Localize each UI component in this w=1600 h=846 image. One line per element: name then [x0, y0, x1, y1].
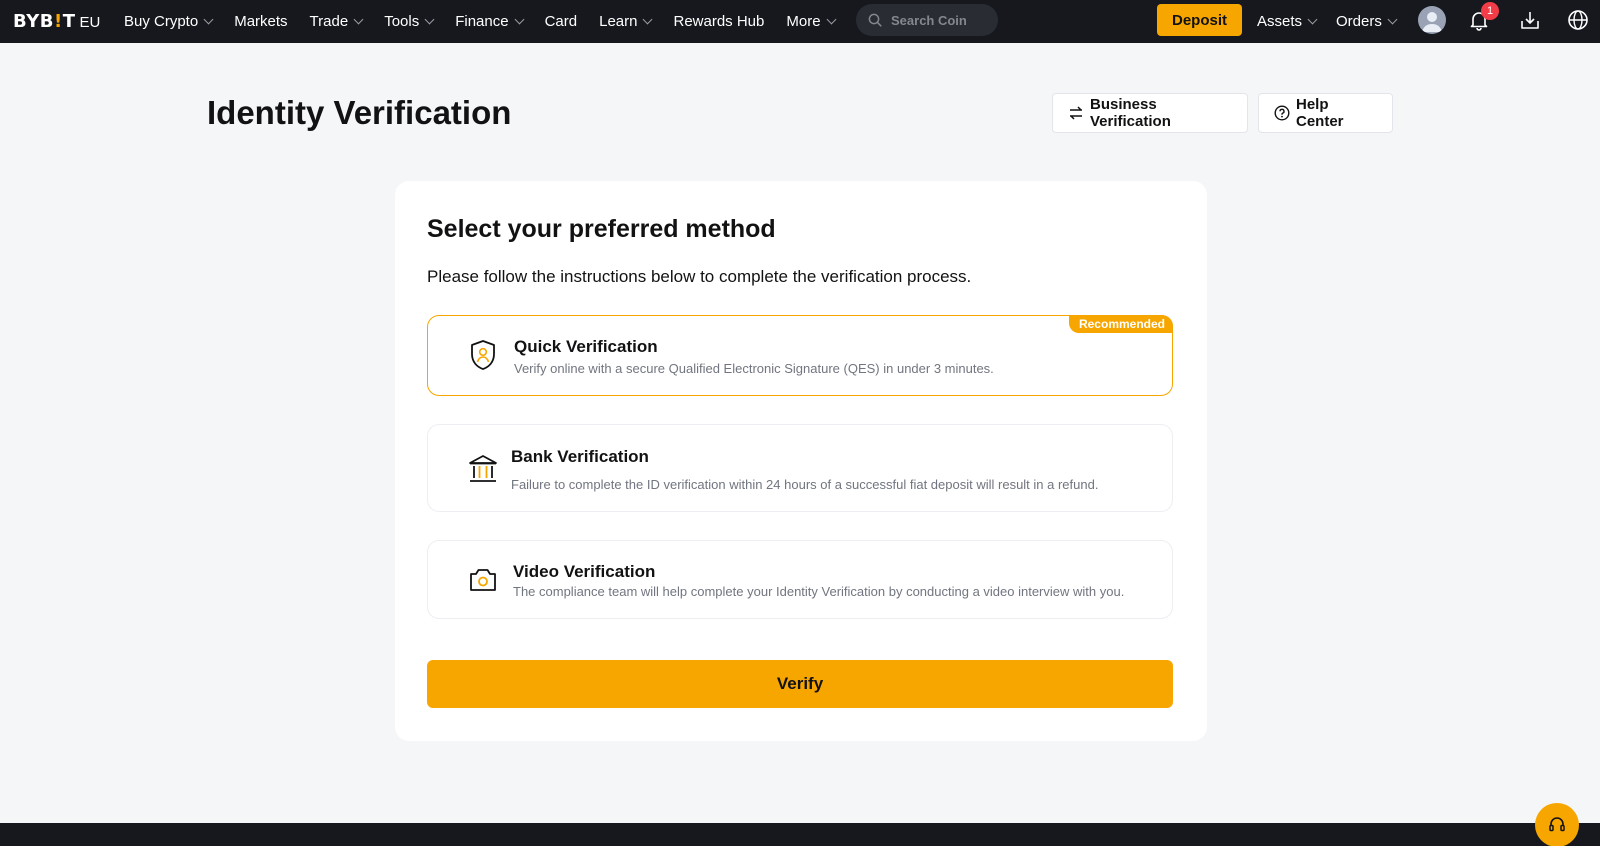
download-icon[interactable] [1515, 5, 1545, 35]
search-box[interactable] [856, 4, 998, 36]
option-description: The compliance team will help complete y… [513, 584, 1125, 599]
logo-wordmark: BYB!T [13, 11, 76, 32]
logo-region: EU [79, 14, 101, 31]
nav-learn[interactable]: Learn [599, 13, 653, 30]
chevron-down-icon [353, 14, 364, 25]
chevron-down-icon [203, 14, 214, 25]
search-icon [868, 13, 882, 27]
nav-finance[interactable]: Finance [455, 13, 525, 30]
headset-icon [1549, 817, 1565, 832]
nav-markets[interactable]: Markets [234, 13, 287, 30]
globe-icon[interactable] [1563, 5, 1593, 35]
nav-tools[interactable]: Tools [384, 13, 435, 30]
chevron-down-icon [826, 14, 836, 25]
chevron-down-icon [643, 14, 653, 25]
help-center-label: Help Center [1296, 96, 1344, 130]
account-nav: Assets Orders [1257, 0, 1416, 43]
card-subtitle: Please follow the instructions below to … [427, 267, 972, 286]
user-avatar-icon[interactable] [1418, 6, 1446, 34]
option-bank-verification[interactable]: Bank Verification Failure to complete th… [427, 424, 1173, 512]
shield-user-icon [466, 338, 500, 372]
nav-rewards-hub[interactable]: Rewards Hub [673, 13, 764, 30]
business-verification-label: Business Verification [1090, 96, 1171, 130]
verification-method-card: Select your preferred method Please foll… [395, 181, 1207, 741]
search-input[interactable] [891, 12, 991, 28]
verify-button[interactable]: Verify [427, 660, 1173, 708]
option-title: Video Verification [513, 562, 656, 581]
nav-more[interactable]: More [786, 13, 836, 30]
chevron-down-icon [1387, 14, 1398, 25]
help-center-button[interactable]: Help Center [1258, 93, 1393, 133]
option-video-verification[interactable]: Video Verification The compliance team w… [427, 540, 1173, 619]
bybit-logo[interactable]: BYB!T EU [13, 11, 100, 32]
chevron-down-icon [514, 14, 525, 25]
swap-arrows-icon [1068, 105, 1084, 121]
main-nav: Buy Crypto Markets Trade Tools Finance C… [124, 0, 857, 43]
bank-icon [466, 452, 500, 486]
help-circle-icon [1274, 105, 1290, 121]
notification-badge: 1 [1481, 2, 1499, 20]
option-title: Quick Verification [514, 337, 658, 356]
nav-trade[interactable]: Trade [310, 13, 364, 30]
option-quick-verification[interactable]: Recommended Quick Verification Verify on… [427, 315, 1173, 396]
chevron-down-icon [424, 14, 435, 25]
nav-orders[interactable]: Orders [1336, 13, 1398, 30]
option-description: Failure to complete the ID verification … [511, 477, 1099, 492]
deposit-button[interactable]: Deposit [1157, 4, 1242, 36]
page-title: Identity Verification [207, 94, 512, 131]
chevron-down-icon [1307, 14, 1318, 25]
card-title: Select your preferred method [427, 215, 776, 243]
option-description: Verify online with a secure Qualified El… [514, 361, 994, 376]
business-verification-button[interactable]: Business Verification [1052, 93, 1248, 133]
footer-bar [0, 823, 1600, 846]
recommended-tag: Recommended [1068, 315, 1173, 333]
support-chat-button[interactable] [1535, 803, 1579, 846]
top-navbar: BYB!T EU Buy Crypto Markets Trade Tools … [0, 0, 1600, 43]
option-title: Bank Verification [511, 447, 649, 466]
camera-icon [466, 563, 500, 597]
nav-buy-crypto[interactable]: Buy Crypto [124, 13, 214, 30]
nav-card[interactable]: Card [545, 13, 578, 30]
nav-assets[interactable]: Assets [1257, 13, 1318, 30]
